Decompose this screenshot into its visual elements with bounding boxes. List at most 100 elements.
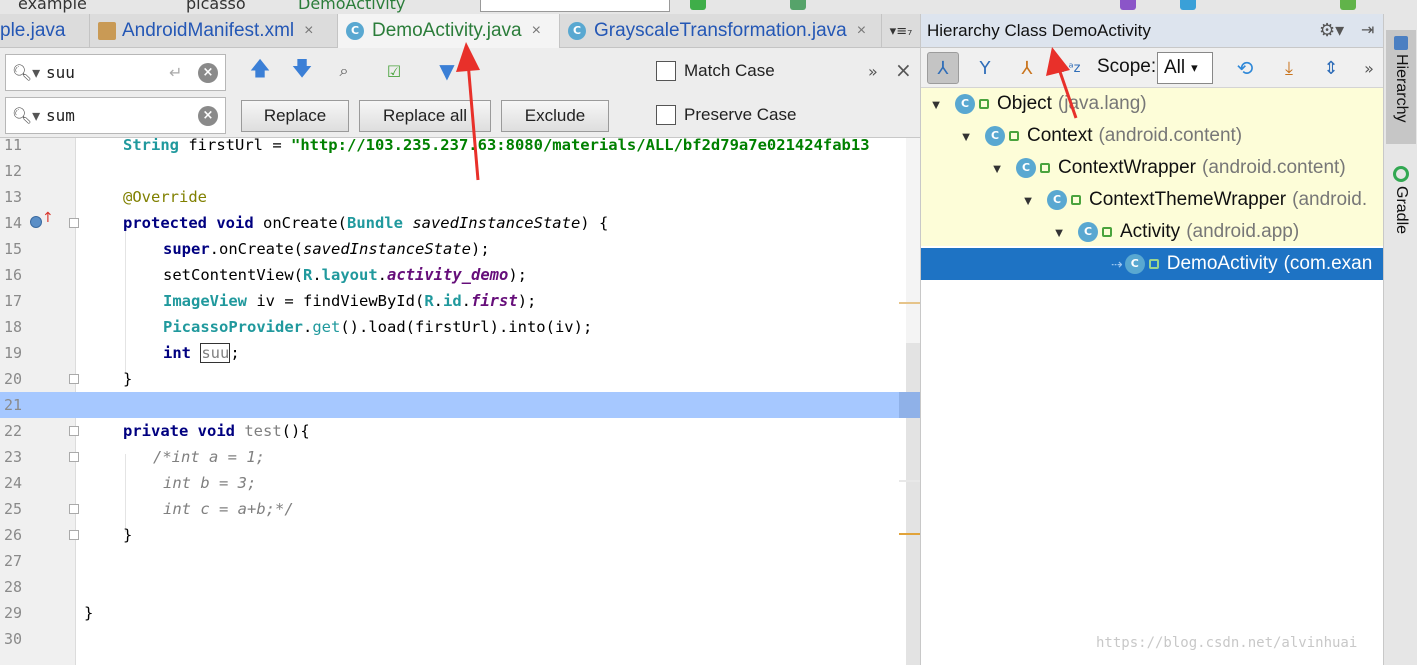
code-line[interactable]: 26 } — [0, 522, 906, 548]
tree-node[interactable]: ▼ C Object (java.lang) — [921, 88, 1384, 120]
add-selection-icon[interactable]: ☑ — [381, 58, 407, 84]
code-line[interactable]: 16 setContentView(R.layout.activity_demo… — [0, 262, 906, 288]
hide-panel-icon[interactable]: ⇥ — [1361, 20, 1374, 39]
previous-occurrence-icon[interactable]: 🡅 — [247, 56, 273, 84]
chevron-down-icon[interactable]: ▼ — [1048, 225, 1070, 240]
code-token: test — [244, 422, 282, 440]
error-stripe-marker[interactable] — [899, 533, 920, 535]
supertypes-hierarchy-icon[interactable]: ⅄ — [1011, 52, 1043, 84]
fold-marker-icon[interactable] — [69, 452, 79, 462]
refresh-icon[interactable]: ⟲ — [1229, 52, 1261, 84]
code-line[interactable]: 11 String firstUrl = "http://103.235.237… — [0, 138, 906, 158]
error-stripe-marker[interactable] — [899, 302, 920, 304]
code-line-current[interactable]: 21 — [0, 392, 906, 418]
code-line[interactable]: 28 — [0, 574, 906, 600]
export-icon[interactable]: ⤓ — [1273, 52, 1305, 84]
tree-node[interactable]: ▼ C Activity (android.app) — [921, 216, 1384, 248]
code-line[interactable]: 22 private void test(){ — [0, 418, 906, 444]
code-line[interactable]: 15 super.onCreate(savedInstanceState); — [0, 236, 906, 262]
gear-icon[interactable]: ⚙▾ — [1319, 20, 1344, 41]
node-package: (android. — [1292, 189, 1368, 210]
more-options-icon[interactable]: » — [868, 62, 878, 81]
chevron-down-icon[interactable]: ▼ — [955, 129, 977, 144]
checkbox-box[interactable] — [656, 61, 676, 81]
fold-marker-icon[interactable] — [69, 374, 79, 384]
tree-node[interactable]: ▼ C Context (android.content) — [921, 120, 1384, 152]
code-line[interactable]: 17 ImageView iv = findViewById(R.id.firs… — [0, 288, 906, 314]
subtypes-hierarchy-icon[interactable]: Y — [969, 52, 1001, 84]
sort-alphabetically-icon[interactable]: ↓ᵃz — [1053, 52, 1085, 84]
close-icon[interactable]: × — [857, 22, 866, 40]
code-line[interactable]: 13 @Override — [0, 184, 906, 210]
override-method-icon[interactable] — [30, 216, 42, 228]
run-icon[interactable] — [690, 0, 706, 10]
code-line[interactable]: 30 — [0, 626, 906, 652]
class-hierarchy-icon[interactable]: ⅄ — [927, 52, 959, 84]
search-icon[interactable]: 🔍︎▾ — [6, 63, 46, 82]
replace-button[interactable]: Replace — [241, 100, 349, 132]
next-occurrence-icon[interactable]: 🡇 — [289, 56, 315, 84]
search-input[interactable] — [46, 63, 169, 82]
run-config-combo[interactable] — [480, 0, 670, 12]
code-line[interactable]: 12 — [0, 158, 906, 184]
code-line[interactable]: 24 int b = 3; — [0, 470, 906, 496]
code-line[interactable]: 29 } — [0, 600, 906, 626]
code-token: layout — [321, 266, 378, 284]
tab-grayscale-transformation[interactable]: C GrayscaleTransformation.java × — [560, 14, 882, 48]
preserve-case-checkbox[interactable]: Preserve Case — [656, 105, 796, 125]
fold-marker-icon[interactable] — [69, 218, 79, 228]
select-all-occurrences-icon[interactable]: ⌕ — [331, 58, 357, 84]
replace-all-button[interactable]: Replace all — [359, 100, 491, 132]
tree-node[interactable]: ▼ C ContextThemeWrapper (android. — [921, 184, 1384, 216]
checkbox-box[interactable] — [656, 105, 676, 125]
fold-marker-icon[interactable] — [69, 504, 79, 514]
error-stripe-marker[interactable] — [899, 480, 920, 482]
close-icon[interactable]: × — [304, 22, 313, 40]
code-line[interactable]: 14 ↑ protected void onCreate(Bundle save… — [0, 210, 906, 236]
debug-icon[interactable] — [790, 0, 806, 10]
chevron-down-icon[interactable]: ▼ — [925, 97, 947, 112]
code-line[interactable]: 19 int suu; — [0, 340, 906, 366]
code-line[interactable]: 27 — [0, 548, 906, 574]
tree-node[interactable]: ▼ C ContextWrapper (android.content) — [921, 152, 1384, 184]
newline-icon[interactable]: ↵ — [169, 63, 191, 82]
toolbar-icon[interactable] — [1120, 0, 1136, 10]
search-icon[interactable]: 🔍︎▾ — [6, 106, 46, 125]
tab-list-menu-icon[interactable]: ▾≡₇ — [882, 14, 920, 48]
tab-android-manifest[interactable]: AndroidManifest.xml × — [90, 14, 338, 48]
code-line[interactable]: 20 } — [0, 366, 906, 392]
filter-icon[interactable]: ▼ — [434, 58, 460, 84]
expand-all-icon[interactable]: ⇕ — [1315, 52, 1347, 84]
code-line[interactable]: 25 int c = a+b;*/ — [0, 496, 906, 522]
exclude-button[interactable]: Exclude — [501, 100, 609, 132]
hierarchy-tool-tab[interactable]: Hierarchy — [1386, 30, 1416, 144]
public-access-icon — [979, 99, 989, 109]
toolbar-icon[interactable] — [1180, 0, 1196, 10]
code-token: private void — [123, 422, 245, 440]
gradle-tool-tab[interactable]: Gradle — [1386, 162, 1416, 252]
clear-icon[interactable]: × — [198, 62, 218, 83]
match-case-checkbox[interactable]: Match Case — [656, 61, 775, 81]
breadcrumb-item[interactable]: DemoActivity — [298, 0, 405, 13]
code-line[interactable]: 23 /*int a = 1; — [0, 444, 906, 470]
code-editor[interactable]: 11 String firstUrl = "http://103.235.237… — [0, 138, 920, 665]
clear-icon[interactable]: × — [198, 105, 218, 126]
code-token: savedInstanceState — [303, 240, 471, 258]
toolbar-icon[interactable] — [1340, 0, 1356, 10]
chevron-down-icon[interactable]: ▼ — [986, 161, 1008, 176]
close-icon[interactable]: × — [895, 58, 912, 82]
breadcrumb-item[interactable]: example — [18, 0, 87, 13]
line-number: 24 — [3, 474, 22, 492]
close-icon[interactable]: × — [532, 22, 541, 40]
fold-marker-icon[interactable] — [69, 530, 79, 540]
code-line[interactable]: 18 PicassoProvider.get().load(firstUrl).… — [0, 314, 906, 340]
fold-marker-icon[interactable] — [69, 426, 79, 436]
replace-input[interactable] — [46, 106, 191, 125]
scope-select[interactable]: All ▾ — [1157, 52, 1213, 84]
more-options-icon[interactable]: » — [1357, 52, 1381, 84]
chevron-down-icon[interactable]: ▼ — [1017, 193, 1039, 208]
tab-example-java[interactable]: ple.java — [0, 14, 90, 48]
tab-demo-activity[interactable]: C DemoActivity.java × — [338, 14, 560, 48]
breadcrumb-item[interactable]: picasso — [186, 0, 246, 13]
tree-node-selected[interactable]: ⇢ C DemoActivity (com.exan — [921, 248, 1384, 280]
